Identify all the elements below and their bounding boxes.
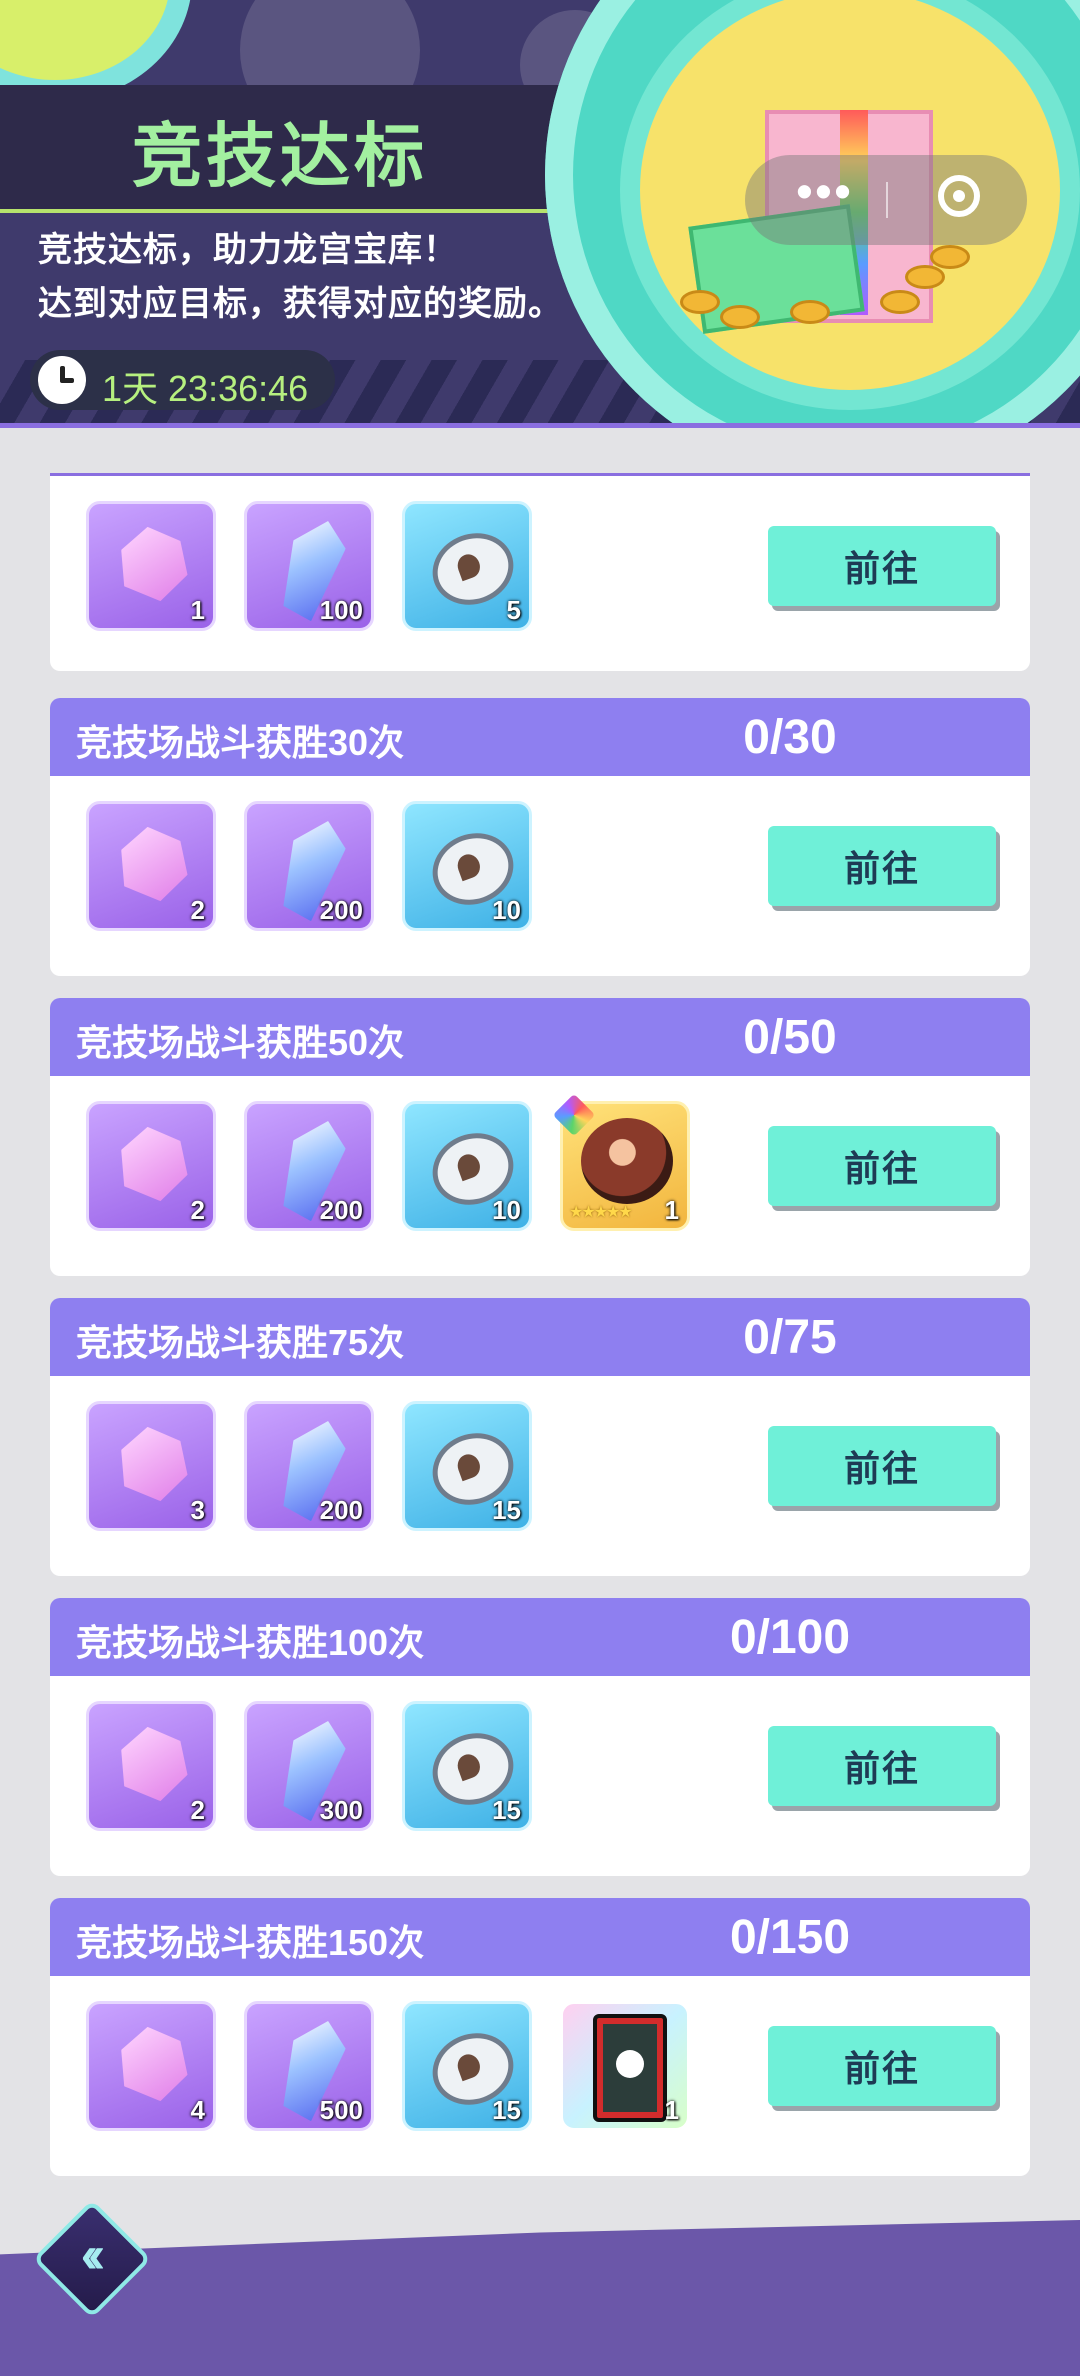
task-card: 竞技场战斗获胜50次 0/50 2 200 10 ★★★★★ 1 前往 [50,998,1030,1276]
task-progress: 0/50 [743,1011,837,1064]
target-close-icon[interactable] [938,175,980,217]
task-header: 竞技场战斗获胜100次 0/100 [50,1598,1030,1676]
go-button[interactable]: 前往 [768,526,996,606]
reward-crown-card[interactable]: 1 [560,2001,690,2131]
footer-bar [0,2220,1080,2376]
reward-silver-coin[interactable]: 15 [402,2001,532,2131]
countdown-text: 1天 23:36:46 [102,368,309,409]
reward-qty: 1 [664,1195,679,1225]
task-card: 竞技场战斗获胜100次 0/100 2 300 15 前往 [50,1598,1030,1876]
reward-blue-crystal[interactable]: 100 [244,501,374,631]
reward-silver-coin[interactable]: 15 [402,1401,532,1531]
event-description-line1: 竞技达标，助力龙宫宝库！ [38,231,458,269]
gold-coin-icon [680,290,720,314]
reward-qty: 15 [492,2095,521,2125]
reward-pink-gem[interactable]: 2 [86,1101,216,1231]
task-title: 竞技场战斗获胜75次 [76,1322,405,1363]
reward-qty: 2 [190,895,205,925]
reward-hero[interactable]: ★★★★★ 1 [552,1093,690,1231]
task-header: 竞技场战斗获胜75次 0/75 [50,1298,1030,1376]
pink-gem-icon [112,2022,195,2105]
reward-qty: 2 [190,1195,205,1225]
reward-qty: 200 [319,1495,363,1525]
reward-qty: 4 [190,2095,205,2125]
header-divider [0,423,1080,428]
reward-qty: 15 [492,1495,521,1525]
pink-gem-icon [112,822,195,905]
reward-blue-crystal[interactable]: 200 [244,1101,374,1231]
event-description-line2: 达到对应目标，获得对应的奖励。 [38,285,563,323]
go-button[interactable]: 前往 [768,1426,996,1506]
reward-blue-crystal[interactable]: 200 [244,801,374,931]
task-card: 竞技场战斗获胜30次 0/30 2 200 10 前往 [50,698,1030,976]
reward-qty: 3 [190,1495,205,1525]
reward-qty: 10 [492,895,521,925]
double-chevron-left-icon: ‹‹ [80,2226,106,2284]
reward-silver-coin[interactable]: 15 [402,1701,532,1831]
star-rating-icon: ★★★★★ [569,1204,633,1221]
reward-pink-gem[interactable]: 3 [86,1401,216,1531]
gold-coin-icon [905,265,945,289]
crown-card-icon [593,2014,667,2122]
reward-qty: 100 [319,595,363,625]
decor-blob [0,0,170,80]
page-title: 竞技达标 [132,117,428,195]
task-header: 竞技场战斗获胜30次 0/30 [50,698,1030,776]
task-card: 竞技场战斗获胜150次 0/150 4 500 15 1 前往 [50,1898,1030,2176]
go-button[interactable]: 前往 [768,826,996,906]
reward-qty: 1 [664,2095,679,2125]
reward-qty: 200 [319,1195,363,1225]
reward-silver-coin[interactable]: 5 [402,501,532,631]
go-button[interactable]: 前往 [768,1726,996,1806]
capsule-divider [886,182,888,218]
miniprogram-capsule: ••• [745,155,1027,245]
reward-qty: 15 [492,1795,521,1825]
go-button[interactable]: 前往 [768,1126,996,1206]
pink-gem-icon [112,522,195,605]
reward-blue-crystal[interactable]: 500 [244,2001,374,2131]
task-progress: 0/150 [729,1911,851,1964]
gold-coin-icon [790,300,830,324]
back-button[interactable]: ‹‹ [32,2199,152,2319]
gold-coin-icon [720,305,760,329]
task-progress: 0/75 [743,1311,837,1364]
gold-coin-icon [880,290,920,314]
task-title: 竞技场战斗获胜150次 [76,1922,425,1963]
reward-pink-gem[interactable]: 4 [86,2001,216,2131]
hero-portrait-icon [581,1118,673,1204]
task-card: 竞技场战斗获胜75次 0/75 3 200 15 前往 [50,1298,1030,1576]
reward-qty: 2 [190,1795,205,1825]
pink-gem-icon [112,1422,195,1505]
task-title: 竞技场战斗获胜50次 [76,1022,405,1063]
countdown-timer: 1天 23:36:46 [30,350,335,410]
task-title: 竞技场战斗获胜30次 [76,722,405,763]
task-progress: 0/100 [729,1611,851,1664]
task-card: 1 100 5 前往 [50,473,1030,671]
task-header: 竞技场战斗获胜50次 0/50 [50,998,1030,1076]
reward-silver-coin[interactable]: 10 [402,1101,532,1231]
reward-silver-coin[interactable]: 10 [402,801,532,931]
event-banner: 竞技达标 竞技达标，助力龙宫宝库！ 达到对应目标，获得对应的奖励。 1天 23:… [0,0,1080,425]
go-button[interactable]: 前往 [768,2026,996,2106]
reward-qty: 1 [190,595,205,625]
clock-icon [38,356,86,404]
pink-gem-icon [112,1122,195,1205]
reward-pink-gem[interactable]: 1 [86,501,216,631]
reward-qty: 10 [492,1195,521,1225]
task-header: 竞技场战斗获胜150次 0/150 [50,1898,1030,1976]
reward-qty: 200 [319,895,363,925]
reward-blue-crystal[interactable]: 200 [244,1401,374,1531]
reward-qty: 300 [319,1795,363,1825]
reward-qty: 5 [506,595,521,625]
more-dots-icon[interactable]: ••• [780,161,870,231]
pink-gem-icon [112,1722,195,1805]
task-progress: 0/30 [743,711,837,764]
reward-pink-gem[interactable]: 2 [86,801,216,931]
reward-qty: 500 [319,2095,363,2125]
gold-coin-icon [930,245,970,269]
reward-pink-gem[interactable]: 2 [86,1701,216,1831]
reward-blue-crystal[interactable]: 300 [244,1701,374,1831]
rainbow-cube-icon [552,1093,596,1137]
task-title: 竞技场战斗获胜100次 [76,1622,425,1663]
